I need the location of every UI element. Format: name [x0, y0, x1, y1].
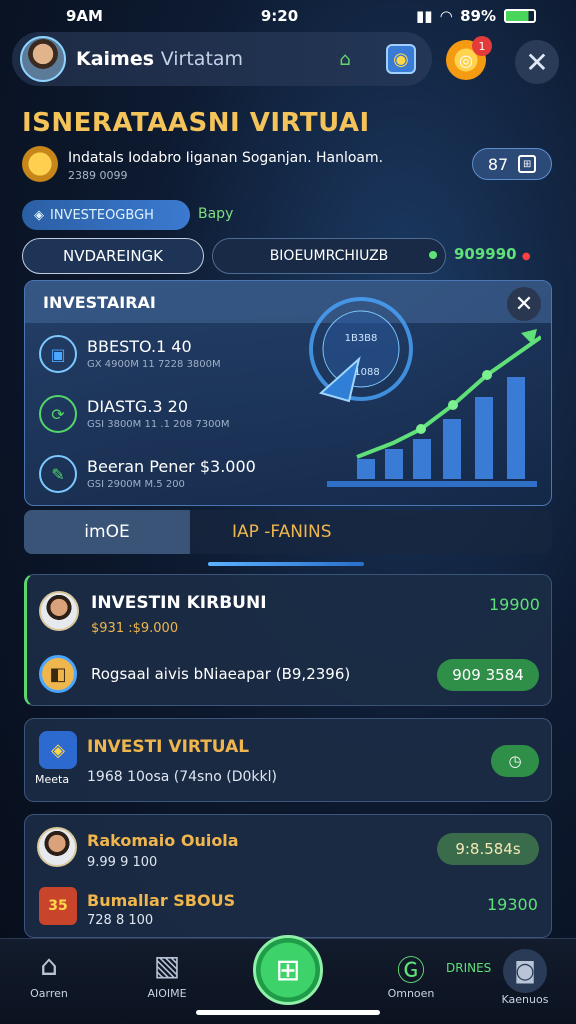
alert-dot-icon: ●: [521, 251, 531, 262]
medal-icon: [22, 146, 58, 182]
stat-value: 87: [487, 154, 509, 174]
bar: [475, 397, 493, 479]
profile-bar[interactable]: Kaimes Virtatam ⌂ ◉: [12, 32, 432, 86]
status-time: 9AM: [66, 7, 103, 25]
page-subtitle-number: 2389 0099: [68, 169, 128, 182]
panel-row[interactable]: ⟳ DIASTG.3 20 GSI 3800M 11 .1 208 7300M: [39, 393, 299, 439]
center-grid-button[interactable]: ⊞: [253, 935, 323, 1005]
card-value: 19900: [489, 595, 540, 614]
avatar[interactable]: [20, 36, 66, 82]
battery-text: 89%: [460, 7, 496, 25]
bar: [385, 449, 403, 479]
page-subtitle: Indatals Iodabro Iiganan Soganjan. Hanlo…: [68, 150, 384, 166]
card-pill[interactable]: 909 3584: [437, 659, 539, 691]
card-sub: 9.99 9 100: [87, 855, 158, 870]
tab-primary[interactable]: NVDAREINGK: [22, 238, 204, 274]
row-title: BBESTO.1 40: [87, 337, 192, 356]
nav-gallery-label: AIOIME: [147, 987, 187, 1000]
bar: [357, 459, 375, 479]
chart-base: [327, 481, 537, 487]
investment-card[interactable]: Rakomaio Ouiola 9.99 9 100 9:8.584s 35 B…: [24, 814, 552, 938]
tab-secondary[interactable]: BIOEUMRCHIUZB: [212, 238, 446, 274]
card-title-2: Bumallar SBOUS: [87, 891, 236, 910]
nav-drines-label: Omnoen: [387, 987, 435, 1000]
wallet-icon: ◧: [39, 655, 77, 693]
trend-point: [416, 424, 426, 434]
card-value-2: 19300: [487, 895, 538, 914]
card-pill[interactable]: 9:8.584s: [437, 833, 539, 865]
growth-chart-illustration: 1B3B8 1088: [309, 297, 541, 487]
home-icon: ⌂: [40, 949, 58, 982]
segment-bar[interactable]: imOE IAP -FANINS: [24, 510, 552, 554]
home-indicator: [196, 1010, 380, 1015]
close-button[interactable]: ✕: [515, 40, 559, 84]
row-title: DIASTG.3 20: [87, 397, 189, 416]
briefcase-icon: ▣: [39, 335, 77, 373]
clock-icon[interactable]: ◷: [491, 745, 539, 777]
apply-link[interactable]: Bapy: [198, 206, 233, 222]
status-icons: ▮▮ ◠ 89%: [416, 7, 536, 25]
tab-value: 909990 ●: [454, 245, 531, 263]
bar: [443, 419, 461, 479]
nav-gallery[interactable]: ▧ AIOIME: [122, 949, 212, 1000]
camera-icon: ◙: [503, 949, 547, 993]
page-title: ISNERATAASNI VIRTUAI: [22, 108, 370, 138]
investment-card[interactable]: ◈ Meeta INVESTI VIRTUAL 1968 10osa (74sn…: [24, 718, 552, 802]
card-sub-2: 728 8 100: [87, 913, 154, 928]
shield-icon: ◈: [34, 207, 44, 223]
nav-camera-label: Kaenuos: [501, 993, 549, 1006]
card-title: Rakomaio Ouiola: [87, 831, 239, 850]
nav-drines[interactable]: Ⓖ Omnoen: [366, 949, 456, 1000]
status-clock: 9:20: [260, 7, 299, 25]
nav-home[interactable]: ⌂ Oarren: [4, 949, 94, 1000]
segment-a[interactable]: imOE: [24, 510, 190, 554]
card-sub: 1968 10osa (74sno (D0kkl): [87, 769, 277, 785]
brand-title: Kaimes Virtatam: [76, 48, 244, 70]
card-title: INVESTI VIRTUAL: [87, 737, 250, 757]
swipe-indicator: [208, 562, 364, 566]
wifi-icon: ◠: [440, 7, 453, 25]
gallery-icon: ▧: [153, 949, 181, 982]
notification-badge: 1: [472, 36, 492, 56]
dial-mid-text: 1088: [354, 367, 379, 378]
home-icon[interactable]: ⌂: [330, 44, 360, 74]
bar: [413, 439, 431, 479]
investment-panel: INVESTAIRAI ✕ ▣ BBESTO.1 40 GX 4900M 11 …: [24, 280, 552, 506]
g-icon: Ⓖ: [396, 954, 425, 987]
row-sub: GX 4900M 11 7228 3800M: [87, 359, 221, 370]
row-sub: GSI 3800M 11 .1 208 7300M: [87, 419, 230, 430]
card-label: Meeta: [35, 773, 70, 786]
refresh-icon: ⟳: [39, 395, 77, 433]
pen-icon: ✎: [39, 455, 77, 493]
row-sub: GSI 2900M M.5 200: [87, 479, 185, 490]
trend-point: [448, 400, 458, 410]
bar: [507, 377, 525, 479]
card-sub: $931 :$9.000: [91, 621, 179, 636]
app-icon: ◈: [39, 731, 77, 769]
card-title: INVESTIN KIRBUNI: [91, 593, 267, 613]
signal-icon: ▮▮: [416, 7, 433, 25]
tab-secondary-label: BIOEUMRCHIUZB: [269, 248, 389, 264]
avatar: [37, 827, 77, 867]
nav-home-label: Oarren: [30, 987, 68, 1000]
segment-b[interactable]: IAP -FANINS: [190, 510, 552, 554]
app-icon[interactable]: ◉: [386, 44, 416, 74]
investment-card[interactable]: INVESTIN KIRBUNI $931 :$9.000 19900 ◧ Ro…: [24, 574, 552, 706]
status-bar: 9AM 9:20 ▮▮ ◠ 89%: [0, 0, 576, 32]
invest-chip-label: INVESTEOGBGH: [50, 207, 154, 223]
dial-top-text: 1B3B8: [345, 333, 378, 344]
status-dot: [429, 251, 437, 259]
badge-icon: 35: [39, 887, 77, 925]
row-title: Beeran Pener $3.000: [87, 457, 256, 476]
battery-icon: [503, 9, 536, 23]
invest-chip[interactable]: ◈ INVESTEOGBGH: [22, 200, 190, 230]
panel-row[interactable]: ✎ Beeran Pener $3.000 GSI 2900M M.5 200: [39, 453, 299, 499]
grid-icon: ⊞: [518, 155, 537, 173]
stat-pill[interactable]: 87 ⊞: [472, 148, 552, 180]
card-detail: Rogsaal aivis bNiaeapar (B9,2396): [91, 665, 351, 683]
trend-point: [482, 370, 492, 380]
panel-row[interactable]: ▣ BBESTO.1 40 GX 4900M 11 7228 3800M: [39, 333, 299, 379]
avatar: [39, 591, 79, 631]
nav-camera[interactable]: ◙ Kaenuos: [480, 949, 570, 1006]
